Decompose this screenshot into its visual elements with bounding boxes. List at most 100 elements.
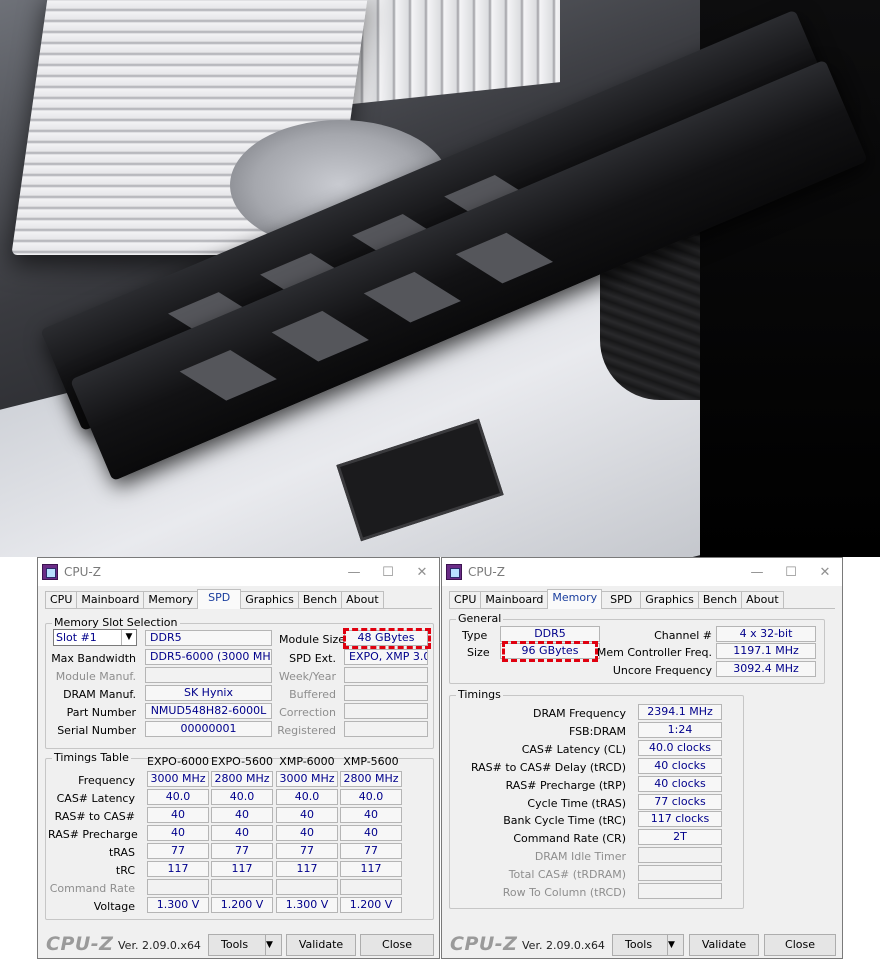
group-title: Memory Slot Selection [52,616,180,629]
timing-cell: 40 [211,807,273,823]
tab-about[interactable]: About [741,591,784,608]
timing-cell: 40 [147,807,209,823]
timing-row-label: Voltage [93,900,135,913]
tab-cpu[interactable]: CPU [449,591,482,608]
dram-manuf-label: DRAM Manuf. [63,688,136,701]
registered-value [344,721,428,737]
timing-cell: 77 [147,843,209,859]
window-title: CPU-Z [64,565,101,579]
timing-value: 2T [638,829,722,846]
type-value: DDR5 [500,626,600,642]
spd-ext-value: EXPO, XMP 3.0 [344,649,428,665]
channel-value: 4 x 32-bit [716,626,816,642]
chevron-down-icon[interactable]: ▼ [667,935,683,955]
timing-cell: 77 [276,843,338,859]
module-size-value: 48 GBytes [344,630,428,646]
type-label: Type [462,629,488,642]
tab-bench[interactable]: Bench [297,591,343,608]
maximize-icon[interactable]: ☐ [774,558,808,586]
mem-controller-freq-label: Mem Controller Freq. [596,646,712,659]
timing-cell: 117 [211,861,273,877]
timing-column-header: XMP-5600 [343,755,399,768]
title-bar: CPU-Z — ☐ ✕ [38,558,439,586]
timing-value: 40 clocks [638,757,722,774]
cpuz-logo: CPU-Z [46,933,114,955]
timing-label: Bank Cycle Time (tRC) [503,814,626,828]
minimize-icon[interactable]: — [337,558,371,586]
buffered-value [344,685,428,701]
timing-row-label: Command Rate [49,882,135,895]
timing-cell: 40 [276,825,338,841]
timing-label: DRAM Idle Timer [534,850,626,864]
window-footer: CPU-Z Ver. 2.09.0.x64 Tools ▼ Validate C… [442,932,842,958]
timing-row-label: RAS# to CAS# [54,810,135,823]
tab-about[interactable]: About [341,591,384,608]
size-label: Size [467,646,490,659]
timing-value: 1:24 [638,721,722,738]
timing-label: Total CAS# (tRDRAM) [508,868,626,882]
tab-memory[interactable]: Memory [547,589,603,609]
timing-value: 2394.1 MHz [638,704,722,720]
tools-button[interactable]: Tools ▼ [208,934,282,956]
timing-label: RAS# to CAS# Delay (tRCD) [470,760,626,774]
tab-graphics[interactable]: Graphics [640,591,699,608]
tab-cpu[interactable]: CPU [45,591,78,608]
group-title: General [456,612,504,625]
timing-column-header: XMP-6000 [279,755,335,768]
tab-mainboard[interactable]: Mainboard [480,591,549,608]
close-button[interactable]: Close [764,934,836,956]
timing-cell: 40 [276,807,338,823]
correction-label: Correction [279,706,336,719]
version-label: Ver. 2.09.0.x64 [522,939,605,952]
version-label: Ver. 2.09.0.x64 [118,939,201,952]
timing-cell: 1.300 V [147,897,209,913]
timing-label: RAS# Precharge (tRP) [505,778,626,792]
slot-select-value: Slot #1 [56,631,97,644]
week-year-label: Week/Year [278,670,336,683]
uncore-frequency-value: 3092.4 MHz [716,661,816,677]
timing-cell: 40 [340,825,402,841]
maximize-icon[interactable]: ☐ [371,558,405,586]
slot-select[interactable]: Slot #1 ▼ [53,629,137,646]
part-number-value: NMUD548H82-6000L [145,703,272,719]
timing-cell: 3000 MHz [276,771,338,787]
timing-cell: 2800 MHz [340,771,402,787]
timing-label: Row To Column (tRCD) [502,886,626,899]
validate-button[interactable]: Validate [689,934,759,956]
cpuz-spd-window: CPU-Z — ☐ ✕ CPU Mainboard Memory SPD Gra… [37,557,440,959]
timing-label: DRAM Frequency [532,707,626,720]
tools-button[interactable]: Tools ▼ [612,934,684,956]
timing-cell [276,879,338,895]
close-button[interactable]: Close [360,934,434,956]
timing-cell: 40.0 [211,789,273,805]
timing-cell: 77 [211,843,273,859]
chevron-down-icon[interactable]: ▼ [265,935,281,955]
validate-button[interactable]: Validate [286,934,356,956]
module-manuf-label: Module Manuf. [55,670,136,683]
tab-graphics[interactable]: Graphics [240,591,299,608]
tab-spd[interactable]: SPD [197,589,242,609]
tab-spd[interactable]: SPD [601,591,642,608]
minimize-icon[interactable]: — [740,558,774,586]
timing-cell: 77 [340,843,402,859]
close-icon[interactable]: ✕ [405,558,439,586]
timing-cell: 117 [147,861,209,877]
timing-cell: 40.0 [147,789,209,805]
chevron-down-icon[interactable]: ▼ [121,630,136,645]
timing-column-header: EXPO-5600 [211,755,274,768]
tab-mainboard[interactable]: Mainboard [76,591,145,608]
tab-memory[interactable]: Memory [143,591,199,608]
week-year-value [344,667,428,683]
group-title: Timings [456,688,503,701]
module-size-label: Module Size [279,633,346,646]
close-icon[interactable]: ✕ [808,558,842,586]
serial-number-label: Serial Number [57,724,136,737]
size-value: 96 GBytes [500,643,600,659]
uncore-frequency-label: Uncore Frequency [612,664,712,677]
tab-bench[interactable]: Bench [697,591,743,608]
title-bar: CPU-Z — ☐ ✕ [442,558,842,586]
timing-label: CAS# Latency (CL) [521,742,626,756]
memory-type-value: DDR5 [145,630,272,646]
timing-cell: 117 [276,861,338,877]
part-number-label: Part Number [66,706,136,719]
